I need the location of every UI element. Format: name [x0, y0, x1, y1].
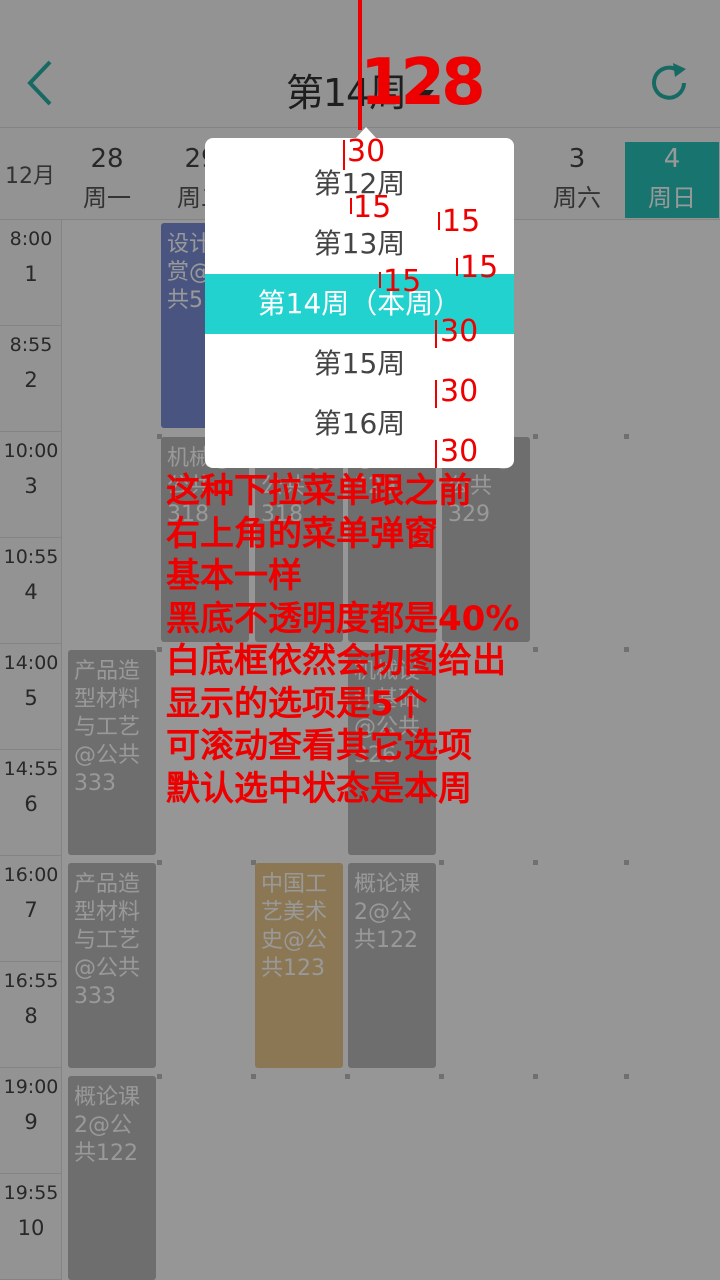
note-line: 这种下拉菜单跟之前 [166, 471, 472, 511]
week-dropdown-menu: 第12周 第13周 第14周（本周） 第15周 第16周 [205, 127, 514, 468]
note-line: 默认选中状态是本周 [166, 768, 472, 809]
annotation-tick [350, 198, 352, 214]
annotation-tick [438, 212, 440, 230]
annotation-tick [435, 380, 437, 408]
annotation-tick [456, 258, 458, 276]
annotation-measure: 15 [383, 264, 422, 299]
annotation-tick [343, 140, 345, 170]
annotation-tick [379, 272, 381, 288]
annotation-measure: 15 [353, 190, 392, 225]
annotation-measure: 30 [440, 434, 479, 469]
note-line: 白底框依然会切图给出 [166, 641, 506, 681]
annotation-measure: 15 [442, 204, 481, 239]
annotation-header-height: 128 [360, 46, 486, 120]
annotation-note: 这种下拉菜单跟之前 右上角的菜单弹窗 基本一样 黑底不透明度都是40% 白底框依… [166, 470, 519, 810]
annotation-measure: 30 [347, 134, 386, 169]
note-line: 黑底不透明度都是40% [166, 598, 520, 639]
annotation-measure: 15 [460, 250, 499, 285]
note-line: 基本一样 [166, 556, 302, 596]
note-line: 显示的选项是5个 [166, 683, 428, 724]
annotation-tick [435, 440, 437, 468]
annotation-measure: 30 [440, 314, 479, 349]
annotation-tick [435, 320, 437, 348]
note-line: 右上角的菜单弹窗 [166, 513, 438, 554]
note-line: 可滚动查看其它选项 [166, 726, 472, 766]
annotation-measure: 30 [440, 374, 479, 409]
